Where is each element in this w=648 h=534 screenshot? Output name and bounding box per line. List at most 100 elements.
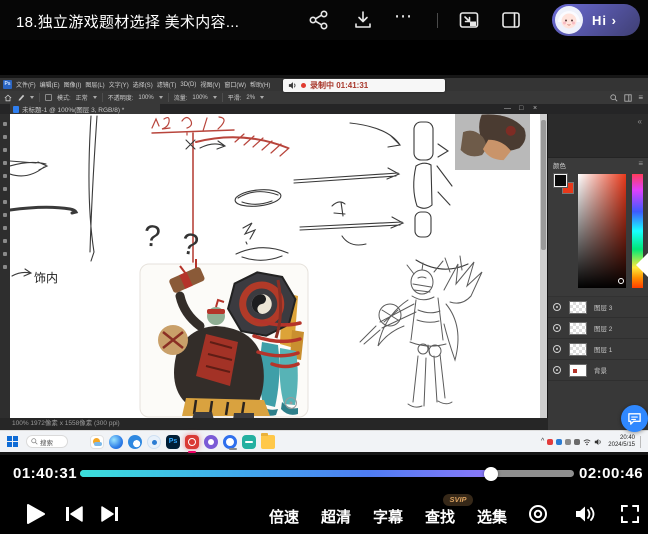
recorder-app-icon[interactable] — [185, 434, 199, 453]
find-button[interactable]: 查找 — [418, 506, 462, 527]
wifi-icon[interactable] — [583, 438, 591, 446]
foreground-color-swatch[interactable] — [553, 173, 568, 188]
progress-handle[interactable] — [484, 466, 498, 481]
window-maximize-icon[interactable]: □ — [519, 105, 523, 112]
edge-browser-icon[interactable] — [109, 434, 123, 449]
menu-edit[interactable]: 编辑(E) — [40, 80, 60, 89]
canvas-scrollbar[interactable] — [540, 114, 547, 418]
window-minimize-icon[interactable]: — — [504, 105, 511, 112]
subtitles-button[interactable]: 字幕 — [366, 506, 410, 527]
caret-icon[interactable] — [260, 96, 265, 99]
caret-icon[interactable] — [212, 96, 217, 99]
quality-button[interactable]: 超清 — [314, 506, 358, 527]
user-avatar[interactable]: Hi › — [552, 4, 640, 36]
share-icon[interactable] — [308, 9, 330, 31]
layer-row[interactable]: 图层 1 — [548, 339, 648, 360]
episodes-button[interactable]: 选集 — [470, 506, 514, 527]
windows-start-icon[interactable] — [7, 435, 19, 448]
file-explorer-icon[interactable] — [261, 432, 275, 449]
clock-app-icon[interactable] — [204, 434, 218, 449]
tray-app-icon[interactable] — [556, 438, 563, 445]
picture-in-picture-icon[interactable] — [458, 9, 480, 31]
menu-image[interactable]: 图像(I) — [64, 80, 82, 89]
mini-player-icon[interactable] — [500, 9, 522, 31]
layer-row[interactable]: 背景 — [548, 360, 648, 381]
caret-icon[interactable] — [92, 96, 97, 99]
search-icon[interactable] — [610, 93, 618, 102]
taskbar-clock[interactable]: 20:40 2024/5/15 — [608, 435, 635, 449]
menu-file[interactable]: 文件(F) — [16, 80, 36, 89]
layer-thumbnail[interactable] — [569, 321, 587, 335]
layer-row[interactable]: 图层 2 — [548, 318, 648, 339]
menu-type[interactable]: 文字(Y) — [109, 80, 129, 89]
layer-visibility-icon[interactable] — [553, 345, 561, 353]
workspace-icon[interactable] — [624, 93, 632, 102]
menu-help[interactable]: 帮助(H) — [250, 80, 270, 89]
menu-window[interactable]: 窗口(W) — [224, 80, 246, 89]
saturation-brightness-field[interactable] — [578, 174, 626, 288]
speed-button[interactable]: 倍速 — [262, 506, 306, 527]
layer-visibility-icon[interactable] — [553, 303, 561, 311]
menu-filter[interactable]: 滤镜(T) — [157, 80, 177, 89]
video-frame[interactable]: Ps 文件(F) 编辑(E) 图像(I) 图层(L) 文字(Y) 选择(S) 滤… — [0, 75, 648, 455]
flow-value[interactable]: 100% — [192, 95, 207, 101]
app-icon[interactable] — [223, 434, 237, 450]
app-icon[interactable] — [147, 434, 161, 449]
layer-thumbnail[interactable] — [569, 300, 587, 314]
more-icon[interactable]: ⋯ — [394, 6, 412, 27]
recording-indicator[interactable]: 录制中 01:41:31 — [283, 79, 445, 92]
tray-pen-icon[interactable] — [565, 438, 572, 445]
menu-select[interactable]: 选择(S) — [133, 80, 153, 89]
menu-layer[interactable]: 图层(L) — [85, 80, 104, 89]
opacity-label: 不透明度: — [107, 96, 134, 102]
color-field-marker[interactable] — [618, 278, 624, 284]
system-tray[interactable]: ^ 20:40 2024/5/15 — [541, 435, 648, 449]
menu-3d[interactable]: 3D(D) — [180, 82, 196, 88]
layer-thumbnail[interactable] — [569, 363, 587, 377]
brush-preview-icon[interactable] — [45, 94, 52, 101]
brush-tool-icon[interactable] — [17, 94, 25, 102]
document-tab[interactable]: 未标题-1 @ 100%(图层 3, RGB/8) * — [10, 104, 160, 114]
next-episode-button[interactable] — [100, 505, 120, 523]
panel-collapse-icon[interactable]: « — [638, 117, 642, 126]
previous-episode-button[interactable] — [64, 505, 84, 523]
smooth-value[interactable]: 2% — [246, 95, 255, 101]
tray-app-icon[interactable] — [547, 438, 554, 445]
volume-icon[interactable] — [594, 438, 602, 446]
color-panel-title: 颜色 — [553, 163, 566, 170]
photoshop-taskbar-icon[interactable]: Ps — [166, 434, 180, 449]
home-icon[interactable] — [4, 94, 12, 102]
chat-fab-button[interactable] — [621, 405, 648, 432]
layer-visibility-icon[interactable] — [553, 366, 561, 374]
tray-keyboard-icon[interactable] — [574, 438, 581, 445]
play-button[interactable] — [24, 503, 46, 525]
progress-bar[interactable] — [80, 466, 574, 481]
panel-menu-icon[interactable]: ≡ — [638, 93, 643, 102]
app-icon[interactable] — [128, 434, 142, 449]
layer-row[interactable]: 图层 3 — [548, 297, 648, 318]
color-panel-menu-icon[interactable]: ≡ — [638, 159, 643, 168]
app-icon[interactable] — [242, 434, 256, 449]
volume-button[interactable] — [574, 504, 596, 524]
photoshop-canvas[interactable]: ? ? 饰内 — [8, 114, 540, 423]
layer-thumbnail[interactable] — [569, 342, 587, 356]
weather-widget-icon[interactable] — [90, 434, 104, 449]
fullscreen-button[interactable] — [620, 504, 640, 524]
hue-slider-marker[interactable] — [636, 252, 648, 278]
photoshop-toolbar[interactable] — [0, 114, 10, 418]
tray-expand-icon[interactable]: ^ — [541, 438, 544, 445]
layer-visibility-icon[interactable] — [553, 324, 561, 332]
mode-value[interactable]: 正常 — [76, 93, 88, 102]
taskbar-search[interactable]: 搜索 — [26, 435, 68, 448]
download-icon[interactable] — [352, 9, 374, 31]
window-close-icon[interactable]: × — [533, 105, 537, 112]
scrollbar-thumb[interactable] — [541, 120, 546, 250]
opacity-value[interactable]: 100% — [138, 95, 153, 101]
panel-top-strip: « — [548, 114, 648, 158]
caret-icon[interactable] — [30, 96, 34, 99]
caret-icon[interactable] — [158, 96, 163, 99]
menu-view[interactable]: 视图(V) — [200, 80, 220, 89]
question-mark-annotation: ? — [143, 220, 162, 254]
show-desktop-button[interactable] — [640, 435, 644, 448]
watch-record-button[interactable] — [528, 504, 548, 524]
